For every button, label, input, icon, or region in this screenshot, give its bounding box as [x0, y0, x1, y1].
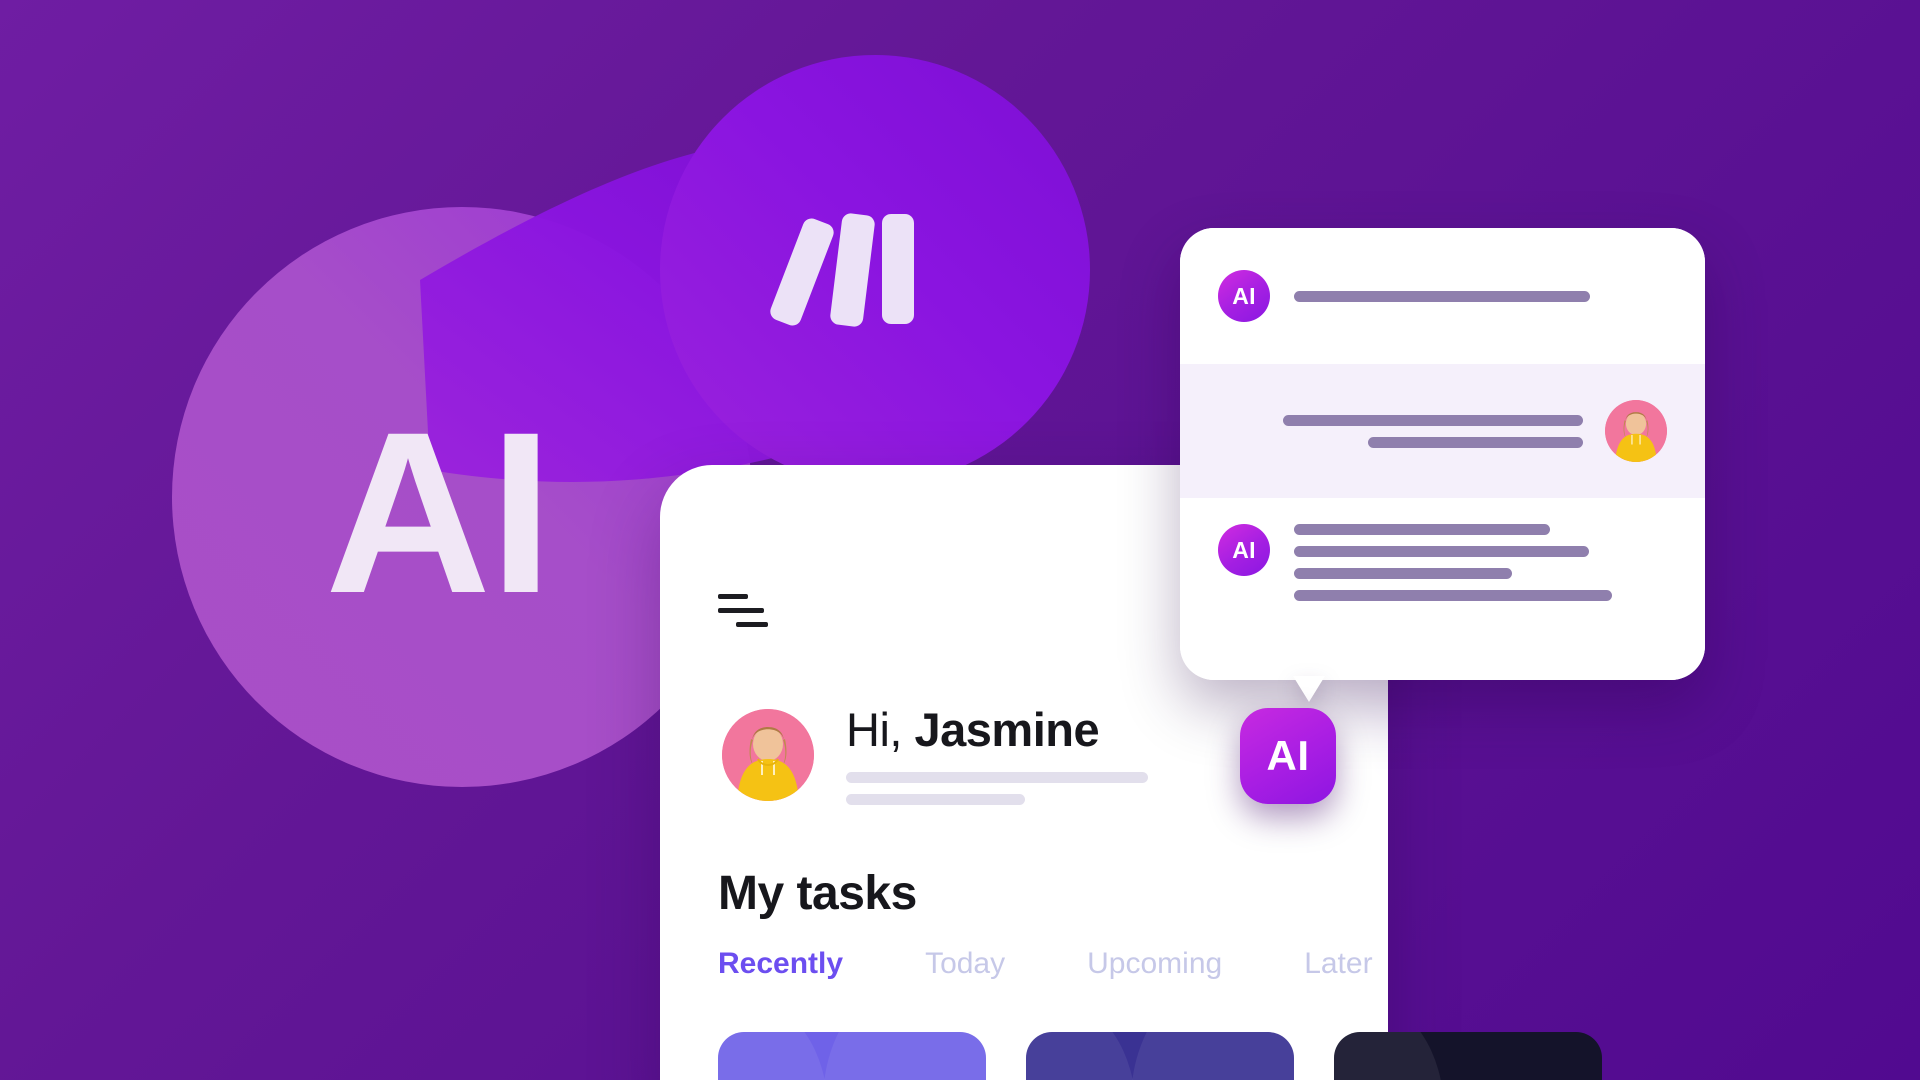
card-arc — [1131, 1032, 1294, 1080]
ai-assistant-button[interactable]: AI — [1240, 708, 1336, 804]
logo-bar-2 — [829, 212, 876, 328]
message-line — [1368, 436, 1583, 448]
ai-avatar-icon: AI — [1218, 270, 1270, 322]
tab-today[interactable]: Today — [925, 947, 1005, 981]
chat-bubble-tail — [1293, 676, 1325, 702]
tab-upcoming[interactable]: Upcoming — [1087, 947, 1222, 981]
message-lines — [1294, 524, 1612, 601]
task-card[interactable]: 2 week left — [1026, 1032, 1294, 1080]
page-title: My tasks — [718, 867, 917, 920]
greeting-text: Hi, Jasmine — [846, 705, 1148, 806]
chat-message-ai: AI — [1180, 228, 1705, 364]
chat-message-ai: AI — [1180, 498, 1705, 680]
message-line — [1283, 414, 1583, 426]
greeting-name: Jasmine — [914, 703, 1100, 756]
message-lines — [1294, 290, 1590, 302]
task-tabs: Recently Today Upcoming Later — [718, 947, 1373, 981]
ai-avatar-icon: AI — [1218, 524, 1270, 576]
card-arc — [823, 1032, 986, 1080]
card-arc — [1026, 1032, 1136, 1080]
hamburger-menu-icon[interactable] — [718, 592, 774, 632]
menu-line-2 — [718, 608, 764, 613]
menu-line-3 — [736, 622, 768, 627]
message-lines — [1283, 414, 1583, 448]
task-card[interactable] — [1334, 1032, 1602, 1080]
task-card-list: 1 week left 2 week left — [718, 1032, 1602, 1080]
avatar[interactable] — [1605, 400, 1667, 462]
ai-chat-card: AI AI — [1180, 228, 1705, 680]
tab-later[interactable]: Later — [1304, 947, 1372, 981]
greeting-prefix: Hi, — [846, 703, 902, 756]
greeting-line: Hi, Jasmine — [846, 705, 1148, 754]
placeholder-bar — [846, 772, 1148, 784]
message-line — [1294, 290, 1590, 302]
chat-message-user — [1180, 364, 1705, 498]
message-line — [1294, 568, 1512, 579]
message-line — [1294, 524, 1550, 535]
greeting-row: Hi, Jasmine — [722, 705, 1148, 806]
greeting-placeholder-bars — [846, 772, 1148, 806]
logo-bar-1 — [767, 215, 837, 329]
menu-line-1 — [718, 594, 748, 599]
avatar[interactable] — [722, 709, 814, 802]
task-card[interactable]: 1 week left — [718, 1032, 986, 1080]
canvas: AI Hi, Jasmine My tasks Recently Today U… — [0, 0, 1920, 1080]
monday-logo-icon — [767, 212, 928, 332]
tab-recently[interactable]: Recently — [718, 947, 843, 981]
card-arc — [1334, 1032, 1444, 1080]
message-line — [1294, 590, 1612, 601]
placeholder-bar — [846, 794, 1025, 806]
logo-bar-3 — [882, 214, 914, 324]
message-line — [1294, 546, 1589, 557]
hero-ai-text: AI — [325, 384, 553, 641]
card-arc — [718, 1032, 828, 1080]
